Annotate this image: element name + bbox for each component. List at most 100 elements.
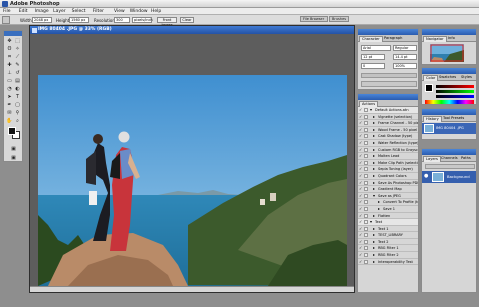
color-spectrum-ramp[interactable] xyxy=(425,100,474,104)
expand-triangle-closed-icon[interactable]: ▸ xyxy=(373,187,375,191)
dialog-toggle-icon[interactable] xyxy=(364,180,368,185)
checkmark-icon[interactable]: ✓ xyxy=(359,259,363,264)
checkmark-icon[interactable]: ✓ xyxy=(359,187,363,191)
eye-icon[interactable]: ● xyxy=(424,174,429,179)
action-row[interactable]: ✓ ▸ Water Reflection (type) xyxy=(358,140,418,147)
tab-tool-presets[interactable]: Tool Presets xyxy=(441,116,466,122)
checkmark-icon[interactable]: ✓ xyxy=(359,160,363,165)
tab-swatches[interactable]: Swatches xyxy=(437,75,458,81)
quick-mask-icon[interactable]: ▣ xyxy=(10,146,17,153)
action-row[interactable]: ✓ ▸ Interoperability Test xyxy=(358,259,418,266)
checkmark-icon[interactable]: ✓ xyxy=(359,167,363,171)
gradient-tool-icon[interactable]: ▤ xyxy=(14,78,21,85)
expand-triangle-closed-icon[interactable]: ▸ xyxy=(373,233,375,237)
dialog-toggle-icon[interactable] xyxy=(364,173,368,178)
dialog-toggle-icon[interactable] xyxy=(364,213,368,218)
blend-mode-select[interactable] xyxy=(425,164,475,169)
dialog-toggle-icon[interactable] xyxy=(364,108,368,112)
action-row[interactable]: ✓ ▾ Save as JPEG xyxy=(358,193,418,200)
expand-triangle-closed-icon[interactable]: ▸ xyxy=(373,246,375,250)
dialog-toggle-icon[interactable] xyxy=(364,220,368,225)
foreground-color-swatch[interactable] xyxy=(8,127,16,135)
tab-history[interactable]: History xyxy=(423,116,442,122)
action-row[interactable]: ✓ ▸ TEST_LIBRARY xyxy=(358,232,418,239)
front-image-button[interactable]: Front Image xyxy=(157,17,177,27)
leading-field[interactable]: 14.4 pt xyxy=(393,54,417,60)
dialog-toggle-icon[interactable] xyxy=(364,233,368,238)
action-row[interactable]: ✓ ▸ Frame Channel - 50 pixel xyxy=(358,120,418,127)
expand-triangle-open-icon[interactable]: ▾ xyxy=(373,193,375,198)
dialog-toggle-icon[interactable] xyxy=(364,226,368,231)
expand-triangle-closed-icon[interactable]: ▸ xyxy=(373,160,375,165)
expand-triangle-closed-icon[interactable]: ▸ xyxy=(373,167,375,171)
dialog-toggle-icon[interactable] xyxy=(364,140,368,145)
lasso-tool-icon[interactable]: ʘ xyxy=(6,46,13,53)
palette-well-tab-file-browser[interactable]: File Browser xyxy=(300,16,328,22)
color-foreground-swatch[interactable] xyxy=(425,84,433,92)
checkmark-icon[interactable]: ✓ xyxy=(359,180,363,185)
dialog-toggle-icon[interactable] xyxy=(364,121,368,126)
checkmark-icon[interactable]: ✓ xyxy=(359,140,363,145)
font-style-select[interactable]: Regular xyxy=(393,45,417,51)
checkmark-icon[interactable]: ✓ xyxy=(359,200,363,204)
dodge-tool-icon[interactable]: ◐ xyxy=(14,86,21,93)
tracking-field[interactable]: 0 xyxy=(361,63,385,69)
action-set-row[interactable]: ✓ ▾ Text xyxy=(358,219,418,226)
document-titlebar[interactable]: IMG 80404 .JPG @ 33% (RGB) xyxy=(30,26,354,34)
expand-triangle-closed-icon[interactable]: ▸ xyxy=(373,180,375,185)
dialog-toggle-icon[interactable] xyxy=(364,127,368,132)
expand-triangle-closed-icon[interactable]: ▸ xyxy=(373,253,375,257)
action-row[interactable]: ✓ ▸Custom RGB to Grayscale xyxy=(358,147,418,154)
eraser-tool-icon[interactable]: ▭ xyxy=(6,78,13,85)
menu-item-image[interactable]: Image xyxy=(35,9,49,14)
action-row[interactable]: ✓ ▸ Molten Lead xyxy=(358,153,418,160)
expand-triangle-closed-icon[interactable]: ▸ xyxy=(373,154,375,158)
action-row[interactable]: ✓ ▸ Sepia Toning (layer) xyxy=(358,166,418,173)
checkmark-icon[interactable]: ✓ xyxy=(359,108,363,112)
menu-item-select[interactable]: Select xyxy=(72,9,86,14)
dialog-toggle-icon[interactable] xyxy=(364,246,368,251)
expand-triangle-open-icon[interactable]: ▾ xyxy=(370,220,372,224)
dialog-toggle-icon[interactable] xyxy=(364,167,368,172)
healing-brush-icon[interactable]: ✚ xyxy=(6,62,13,69)
expand-triangle-closed-icon[interactable]: ▸ xyxy=(373,173,375,178)
tab-info[interactable]: Info xyxy=(446,36,457,42)
expand-triangle-closed-icon[interactable]: ▸ xyxy=(373,147,375,152)
shape-tool-icon[interactable]: ▢ xyxy=(14,102,21,109)
expand-triangle-closed-icon[interactable]: ▸ xyxy=(378,200,380,204)
checkmark-icon[interactable]: ✓ xyxy=(359,147,363,152)
action-row[interactable]: ✓ ▸ Text 2 xyxy=(358,239,418,246)
crop-tool-preset-icon[interactable] xyxy=(2,16,10,24)
action-row[interactable]: ✓ ▸ Vignette (selection) xyxy=(358,114,418,121)
resolution-unit-select[interactable]: pixels/inch xyxy=(132,17,153,23)
checkmark-icon[interactable]: ✓ xyxy=(359,173,363,178)
menu-item-help[interactable]: Help xyxy=(151,9,161,14)
font-size-field[interactable]: 12 pt xyxy=(361,54,385,60)
resolution-field[interactable]: 300 xyxy=(114,17,130,23)
checkmark-icon[interactable]: ✓ xyxy=(359,121,363,125)
font-family-select[interactable]: Arial xyxy=(361,45,391,51)
checkmark-icon[interactable]: ✓ xyxy=(359,154,363,158)
dialog-toggle-icon[interactable] xyxy=(364,193,368,198)
eyedropper-tool-icon[interactable]: ⚲ xyxy=(14,110,21,117)
action-row[interactable]: ✓ ▸Make Clip Path (selection) xyxy=(358,160,418,167)
checkmark-icon[interactable]: ✓ xyxy=(359,239,363,244)
brush-tool-icon[interactable]: ✎ xyxy=(14,62,21,69)
dialog-toggle-icon[interactable] xyxy=(364,147,368,152)
checkmark-icon[interactable]: ✓ xyxy=(359,213,363,218)
dialog-toggle-icon[interactable] xyxy=(364,253,368,258)
menu-item-filter[interactable]: Filter xyxy=(93,9,104,14)
notes-tool-icon[interactable]: ✉ xyxy=(6,110,13,117)
tab-styles[interactable]: Styles xyxy=(459,75,474,81)
screen-mode-icon[interactable]: ▣ xyxy=(10,155,17,162)
image-canvas[interactable] xyxy=(38,75,347,286)
menu-item-layer[interactable]: Layer xyxy=(53,9,66,14)
action-set-row[interactable]: ✓ ▾ Default Actions.atn xyxy=(358,107,418,114)
history-brush-icon[interactable]: ↺ xyxy=(14,70,21,77)
zoom-tool-icon[interactable]: ⌕ xyxy=(14,118,21,125)
menu-item-view[interactable]: View xyxy=(114,9,125,14)
menu-item-edit[interactable]: Edit xyxy=(19,9,28,14)
checkmark-icon[interactable]: ✓ xyxy=(359,206,363,211)
dialog-toggle-icon[interactable] xyxy=(364,206,368,211)
action-row[interactable]: ✓ ▸ Gradient Map xyxy=(358,186,418,193)
